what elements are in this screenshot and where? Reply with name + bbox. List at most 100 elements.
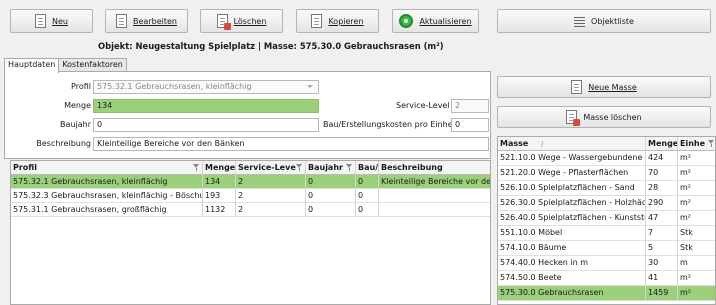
table-row[interactable]: 575.32.1 Gebrauchsrasen, kleinflächig 13… <box>11 175 490 189</box>
mass-grid: Masse / Menge Einhe 521.10.0 Wege - Wasse… <box>497 136 716 305</box>
column-header-service-level[interactable]: Service-Leve <box>236 161 306 175</box>
menge-cell: 424 <box>646 151 678 166</box>
profil-cell: 575.32.1 Gebrauchsrasen, kleinflächig <box>11 175 203 189</box>
delete-button-label: Löschen <box>233 16 267 26</box>
beschreibung-cell <box>379 189 490 203</box>
einheit-cell: m² <box>680 288 691 297</box>
einheit-cell: m² <box>680 273 691 282</box>
beschreibung-cell: Kleinteilige Bereiche vor den Bä <box>381 177 491 186</box>
sort-icon: / <box>541 140 544 148</box>
column-header-einheit[interactable]: Einhe <box>678 137 715 151</box>
delete-button[interactable]: Löschen <box>200 9 283 33</box>
baujahr-field[interactable]: 0 <box>93 118 319 132</box>
masse-cell: 521.10.0 Wege - Wassergebundene W <box>498 151 646 166</box>
menge-cell: 1132 <box>203 203 236 217</box>
tab-kostenfaktoren[interactable]: Kostenfaktoren <box>58 58 127 72</box>
object-title: Objekt: Neugestaltung Spielplatz | Masse… <box>98 41 444 51</box>
profil-cell: 575.31.1 Gebrauchsrasen, großflächig <box>11 203 203 217</box>
delete-mass-label: Masse löschen <box>583 112 642 122</box>
masse-cell: 551.10.0 Möbel <box>498 226 646 241</box>
table-row[interactable]: 526.10.0 Spielplatzflächen - Sand 28 m² <box>498 181 715 196</box>
filter-icon[interactable] <box>708 140 715 148</box>
table-row[interactable]: 575.32.3 Gebrauchsrasen, kleinflächig - … <box>11 189 490 203</box>
tab-hauptdaten[interactable]: Hauptdaten <box>4 58 60 73</box>
filter-icon[interactable] <box>296 164 303 172</box>
table-row[interactable]: 521.10.0 Wege - Wassergebundene W 424 m² <box>498 151 715 166</box>
menge-cell: 28 <box>646 181 678 196</box>
column-header-menge[interactable]: Menge <box>203 161 236 175</box>
delete-document-icon <box>566 110 581 126</box>
delete-mass-button[interactable]: Masse löschen <box>497 106 711 128</box>
service-level-cell: 2 <box>236 175 306 189</box>
baujahr-cell: 0 <box>306 203 356 217</box>
menge-label: Menge <box>64 101 91 110</box>
menge-cell: 7 <box>646 226 678 241</box>
baujahr-cell: 0 <box>306 175 356 189</box>
einheit-cell: m² <box>680 183 691 192</box>
baukosten-cell: 0 <box>356 175 379 189</box>
baukosten-field[interactable]: 0 <box>451 118 489 132</box>
einheit-cell: Stk <box>680 228 693 237</box>
main-data-panel: Profil 575.32.1 Gebrauchsrasen, kleinflä… <box>4 71 491 159</box>
column-header-profil[interactable]: Profil <box>11 161 203 175</box>
edit-button-label: Bearbeiten <box>133 16 177 26</box>
masse-cell: 526.10.0 Spielplatzflächen - Sand <box>498 181 646 196</box>
table-row[interactable]: 574.50.0 Beete 41 m² <box>498 271 715 286</box>
menge-cell: 30 <box>646 256 678 271</box>
beschreibung-label: Beschreibung <box>36 139 91 148</box>
masse-cell: 526.30.0 Spielplatzflächen - Holzhäcksel <box>498 196 646 211</box>
menge-cell: 70 <box>646 166 678 181</box>
service-level-field[interactable]: 2 <box>451 99 489 113</box>
baujahr-label: Baujahr <box>60 120 91 129</box>
masse-cell: 575.30.0 Gebrauchsrasen <box>498 286 646 301</box>
profil-value: 575.32.1 Gebrauchsrasen, kleinflächig <box>97 82 252 91</box>
table-row[interactable]: 526.40.0 Spielplatzflächen - Kunststoff 4… <box>498 211 715 226</box>
einheit-cell: m <box>680 258 688 267</box>
masse-cell: 574.40.0 Hecken in m <box>498 256 646 271</box>
profil-dropdown[interactable]: 575.32.1 Gebrauchsrasen, kleinflächig <box>93 80 319 94</box>
column-header-baujahr[interactable]: Baujahr <box>306 161 356 175</box>
column-header-baukosten[interactable]: Bau/ <box>356 161 379 175</box>
table-row[interactable]: 575.31.1 Gebrauchsrasen, großflächig 113… <box>11 203 490 217</box>
menge-field[interactable]: 134 <box>93 99 319 113</box>
edit-button[interactable]: Bearbeiten <box>105 9 188 33</box>
edit-document-icon <box>116 14 128 28</box>
menge-cell: 47 <box>646 211 678 226</box>
delete-document-icon <box>216 14 231 30</box>
new-mass-button[interactable]: Neue Masse <box>497 76 711 98</box>
service-level-label: Service-Level <box>396 101 450 110</box>
profile-grid-header: Profil Menge Service-Leve Baujahr Bau/ B… <box>11 161 490 175</box>
copy-button-label: Kopieren <box>328 16 364 26</box>
einheit-cell: m² <box>680 153 691 162</box>
beschreibung-cell <box>379 203 490 217</box>
baukosten-cell: 0 <box>356 203 379 217</box>
masse-cell: 574.10.0 Bäume <box>498 241 646 256</box>
filter-icon[interactable] <box>346 164 353 172</box>
table-row[interactable]: 551.10.0 Möbel 7 Stk <box>498 226 715 241</box>
beschreibung-field[interactable]: Kleinteilige Bereiche vor den Bänken <box>93 137 489 151</box>
column-header-menge[interactable]: Menge <box>646 137 678 151</box>
table-row[interactable]: 521.20.0 Wege - Pflasterflächen 70 m² <box>498 166 715 181</box>
einheit-cell: m² <box>680 213 691 222</box>
service-level-cell: 2 <box>236 203 306 217</box>
copy-document-icon <box>311 14 323 28</box>
table-row[interactable]: 574.40.0 Hecken in m 30 m <box>498 256 715 271</box>
filter-icon[interactable] <box>193 164 200 172</box>
new-document-icon <box>571 80 583 94</box>
new-button[interactable]: Neu <box>10 9 93 33</box>
copy-button[interactable]: Kopieren <box>296 9 379 33</box>
einheit-cell: m² <box>680 198 691 207</box>
column-header-beschreibung[interactable]: Beschreibung <box>379 161 490 175</box>
menge-cell: 290 <box>646 196 678 211</box>
table-row[interactable]: 575.30.0 Gebrauchsrasen 1459 m² <box>498 286 715 301</box>
tab-bar: Hauptdaten Kostenfaktoren <box>4 58 127 73</box>
mass-grid-header: Masse / Menge Einhe <box>498 137 715 151</box>
table-row[interactable]: 526.30.0 Spielplatzflächen - Holzhäcksel… <box>498 196 715 211</box>
new-document-icon <box>35 14 46 28</box>
service-level-cell: 2 <box>236 189 306 203</box>
objectlist-button[interactable]: Objektliste <box>497 9 711 33</box>
refresh-button[interactable]: Aktualisieren <box>392 9 479 33</box>
menge-cell: 5 <box>646 241 678 256</box>
table-row[interactable]: 574.10.0 Bäume 5 Stk <box>498 241 715 256</box>
column-header-masse[interactable]: Masse / <box>498 137 646 151</box>
